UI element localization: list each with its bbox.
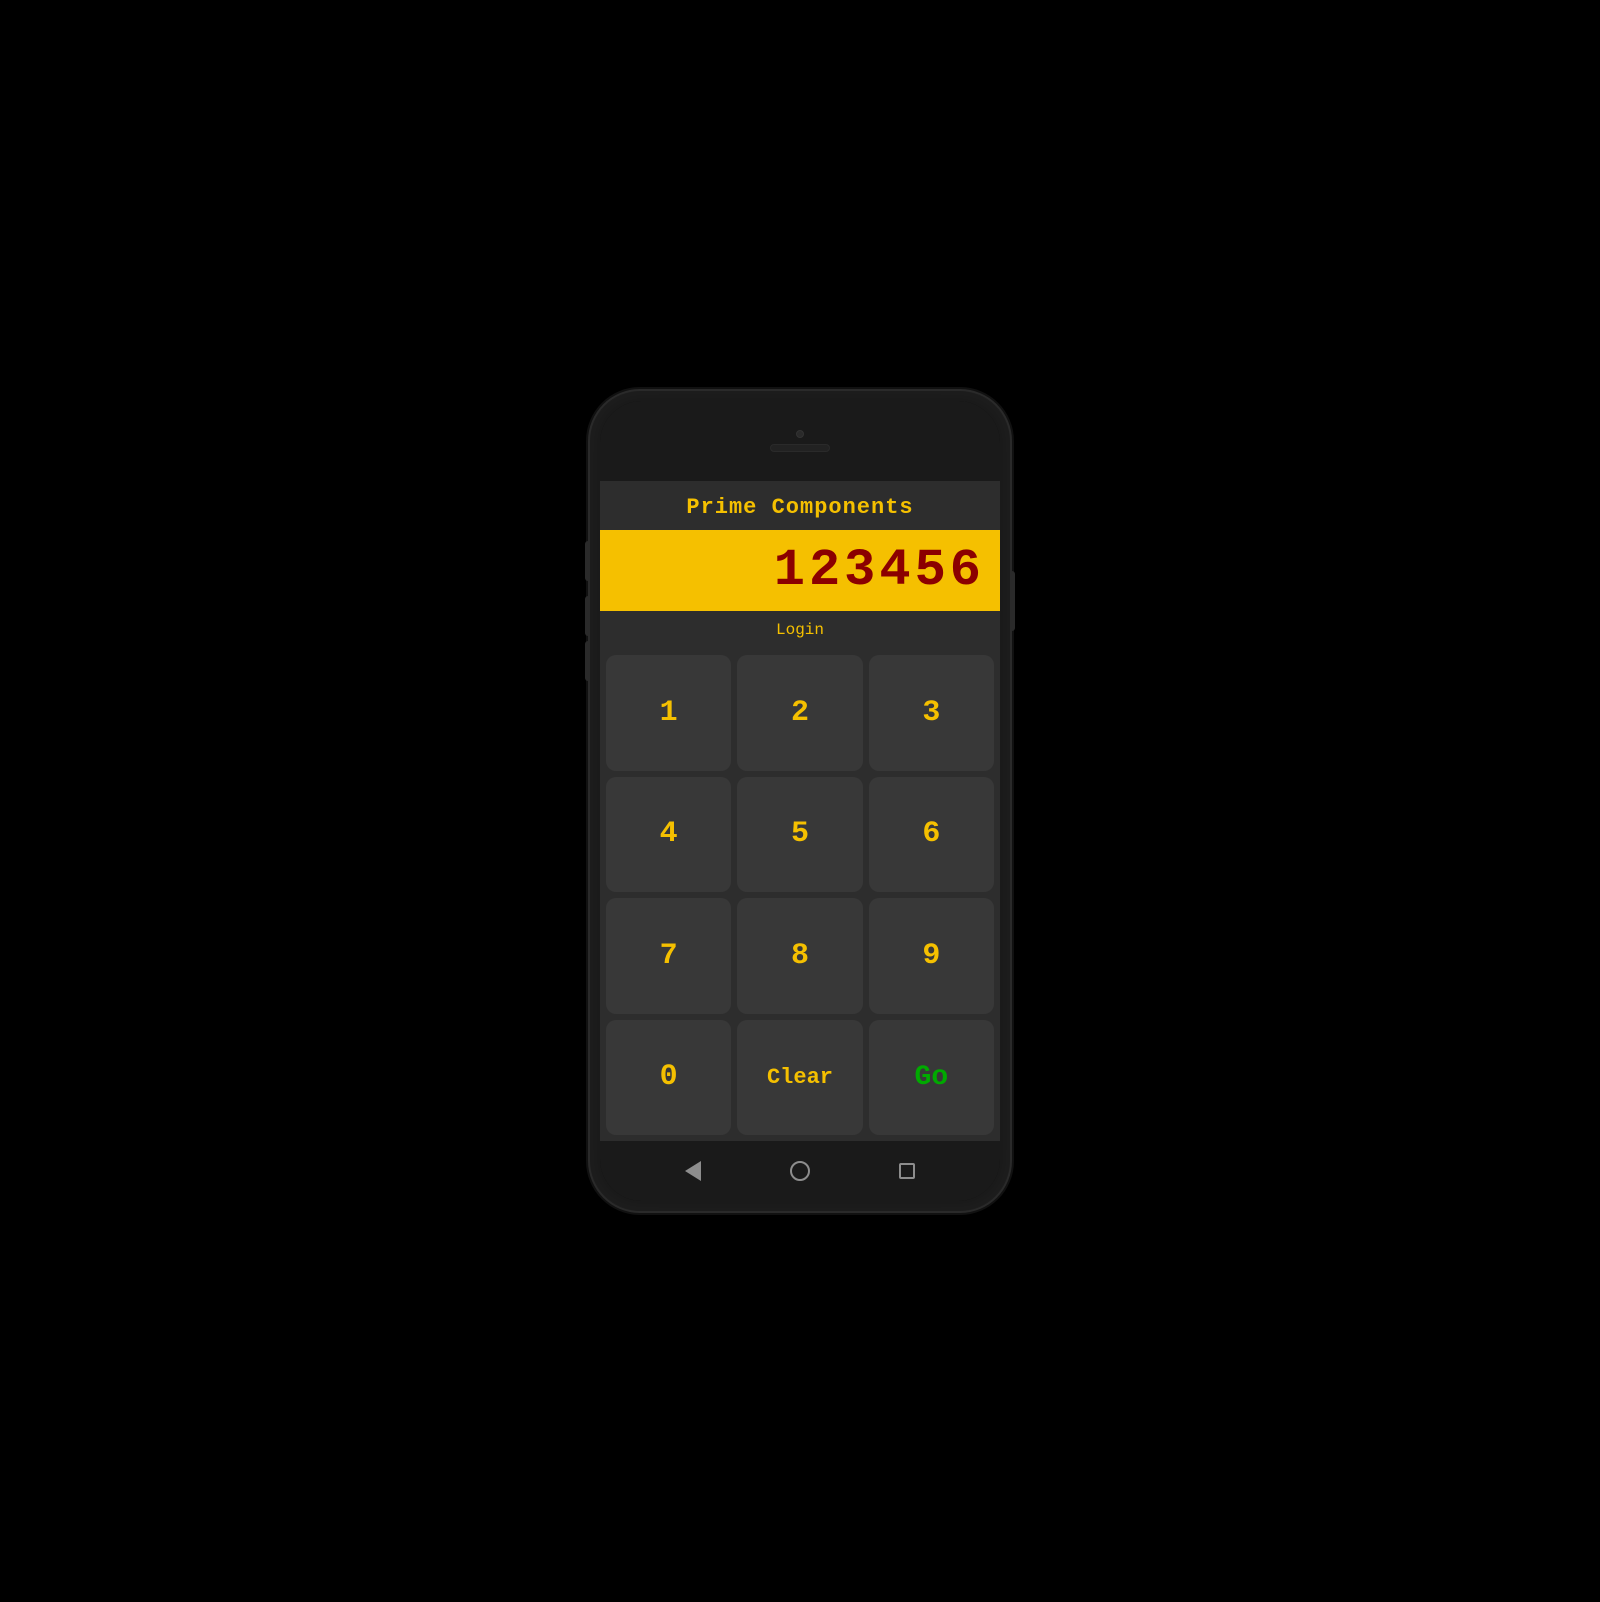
back-button[interactable] xyxy=(681,1159,705,1183)
key-7-button[interactable]: 7 xyxy=(606,898,731,1013)
key-5-button[interactable]: 5 xyxy=(737,777,862,892)
phone-device: Prime Components 123456 Login 1 2 3 4 5 … xyxy=(590,391,1010,1211)
speaker-icon xyxy=(770,444,830,452)
app-title: Prime Components xyxy=(600,481,1000,530)
front-camera-icon xyxy=(796,430,804,438)
home-icon xyxy=(790,1161,810,1181)
key-3-button[interactable]: 3 xyxy=(869,655,994,770)
key-6-button[interactable]: 6 xyxy=(869,777,994,892)
home-button[interactable] xyxy=(788,1159,812,1183)
nav-bar xyxy=(600,1141,1000,1201)
display-area: 123456 xyxy=(600,530,1000,611)
key-0-button[interactable]: 0 xyxy=(606,1020,731,1135)
key-go-button[interactable]: Go xyxy=(869,1020,994,1135)
login-label[interactable]: Login xyxy=(600,611,1000,649)
key-9-button[interactable]: 9 xyxy=(869,898,994,1013)
display-value: 123456 xyxy=(615,542,985,599)
back-icon xyxy=(685,1161,701,1181)
recents-button[interactable] xyxy=(895,1159,919,1183)
phone-top-bar xyxy=(600,401,1000,481)
key-4-button[interactable]: 4 xyxy=(606,777,731,892)
screen-content: Prime Components 123456 Login 1 2 3 4 5 … xyxy=(600,481,1000,1141)
phone-screen: Prime Components 123456 Login 1 2 3 4 5 … xyxy=(600,401,1000,1201)
key-2-button[interactable]: 2 xyxy=(737,655,862,770)
keypad: 1 2 3 4 5 6 7 8 9 0 Clear Go xyxy=(600,649,1000,1141)
key-1-button[interactable]: 1 xyxy=(606,655,731,770)
recents-icon xyxy=(899,1163,915,1179)
key-8-button[interactable]: 8 xyxy=(737,898,862,1013)
key-clear-button[interactable]: Clear xyxy=(737,1020,862,1135)
